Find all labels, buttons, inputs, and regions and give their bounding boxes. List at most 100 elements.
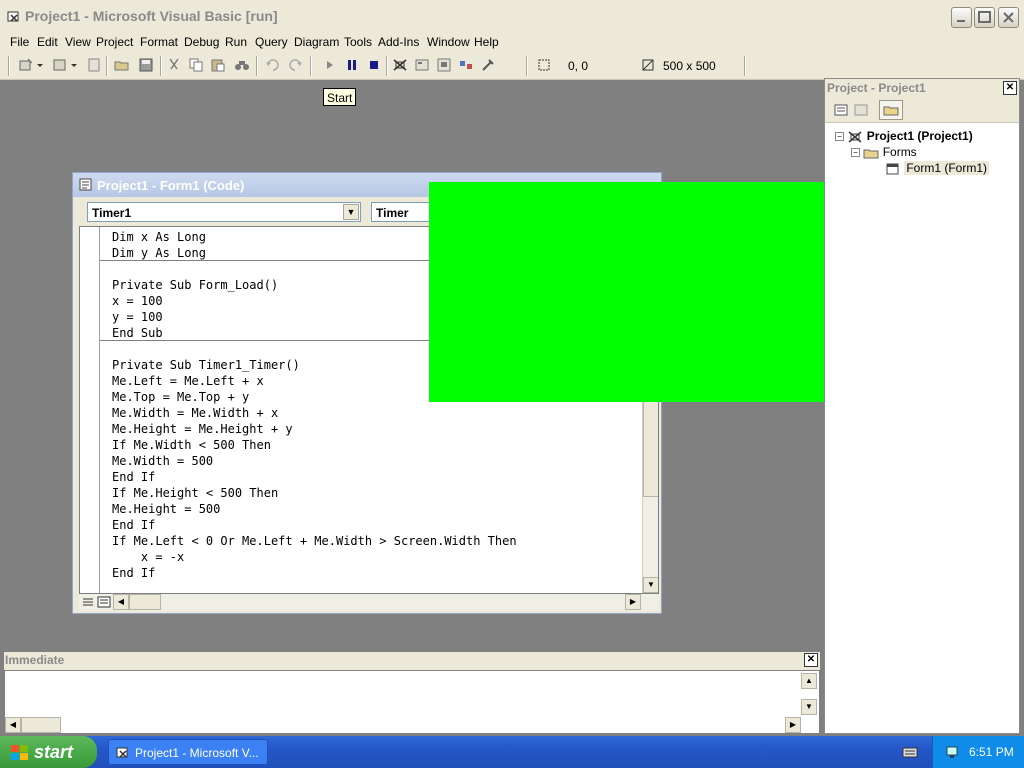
code-line: Private Sub Timer1_Timer()	[112, 358, 300, 372]
standard-toolbar: 0, 0 500 x 500	[0, 52, 1024, 80]
tree-folder-forms[interactable]: − Forms	[851, 145, 917, 160]
scroll-down-button[interactable]: ▼	[643, 577, 658, 593]
open-folder-icon[interactable]	[114, 57, 130, 73]
menu-diagram[interactable]: Diagram	[294, 35, 339, 49]
scroll-up-button[interactable]: ▲	[801, 673, 817, 689]
toolbox-icon[interactable]	[480, 57, 496, 73]
project-explorer-icon[interactable]	[392, 57, 408, 73]
code-line: Me.Height = 500	[112, 502, 221, 516]
find-icon[interactable]	[234, 57, 250, 73]
procedure-view-icon[interactable]	[81, 596, 95, 611]
start-icon[interactable]	[322, 57, 338, 73]
hscroll-thumb[interactable]	[129, 594, 161, 610]
project-panel-toolbar	[825, 97, 1019, 123]
maximize-button[interactable]	[974, 7, 995, 28]
code-line: End If	[112, 566, 156, 580]
toolbar-separator	[526, 56, 528, 76]
toolbar-separator	[106, 56, 108, 76]
keyboard-icon[interactable]	[902, 745, 918, 762]
scroll-left-button[interactable]: ◀	[5, 717, 21, 733]
scroll-right-button[interactable]: ▶	[625, 594, 641, 610]
view-code-icon[interactable]	[833, 102, 849, 121]
scroll-right-button[interactable]: ▶	[785, 717, 801, 733]
code-line: x = 100	[112, 294, 163, 308]
immediate-title: Immediate	[5, 653, 65, 667]
menu-query[interactable]: Query	[255, 35, 288, 49]
object-combo[interactable]: Timer1 ▼	[87, 202, 361, 222]
menu-run[interactable]: Run	[225, 35, 247, 49]
close-button[interactable]	[998, 7, 1019, 28]
taskbar: start Project1 - Microsoft V... 6:51 PM	[0, 736, 1024, 768]
code-line: Dim x As Long	[112, 230, 206, 244]
scroll-left-button[interactable]: ◀	[113, 594, 129, 610]
add-project-icon[interactable]	[18, 57, 34, 73]
position-readout: 0, 0	[568, 59, 589, 73]
immediate-window: Immediate ✕ ▲ ▼ ◀ ▶	[4, 652, 820, 734]
save-icon[interactable]	[138, 57, 154, 73]
menu-add-ins[interactable]: Add-Ins	[378, 35, 419, 49]
code-line: Me.Height = Me.Height + y	[112, 422, 293, 436]
code-line: End Sub	[112, 326, 163, 340]
form-layout-icon[interactable]	[436, 57, 452, 73]
code-line: If Me.Width < 500 Then	[112, 438, 271, 452]
menu-project[interactable]: Project	[96, 35, 133, 49]
cut-icon[interactable]	[166, 57, 182, 73]
project-panel-title: Project - Project1	[827, 81, 926, 95]
minimize-button[interactable]	[951, 7, 972, 28]
paste-icon[interactable]	[210, 57, 226, 73]
end-icon[interactable]	[366, 57, 382, 73]
redo-icon[interactable]	[288, 57, 304, 73]
toolbar-separator	[744, 56, 746, 76]
collapse-icon[interactable]: −	[851, 148, 860, 158]
project-explorer-panel: Project - Project1 ✕ − Project1 (Project…	[824, 78, 1020, 734]
code-line: y = 100	[112, 310, 163, 324]
clock: 6:51 PM	[969, 745, 1014, 759]
toggle-folders-icon[interactable]	[879, 100, 903, 120]
hscroll-thumb[interactable]	[21, 717, 61, 733]
chevron-down-icon[interactable]	[70, 57, 78, 73]
undo-icon[interactable]	[264, 57, 280, 73]
view-object-icon[interactable]	[853, 102, 869, 121]
add-form-icon[interactable]	[52, 57, 68, 73]
tree-item-form1[interactable]: Form1 (Form1)	[885, 161, 990, 176]
start-button[interactable]: start	[0, 736, 97, 768]
code-horizontal-scrollbar[interactable]: ◀ ▶	[79, 594, 659, 611]
collapse-icon[interactable]: −	[835, 132, 844, 142]
size-icon	[640, 57, 656, 73]
menu-tools[interactable]: Tools	[344, 35, 372, 49]
code-line: End If	[112, 518, 156, 532]
window-title: Project1 - Microsoft Visual Basic [run]	[25, 8, 278, 24]
chevron-down-icon[interactable]: ▼	[343, 204, 359, 220]
properties-window-icon[interactable]	[414, 57, 430, 73]
network-icon[interactable]	[945, 744, 961, 763]
close-icon[interactable]: ✕	[804, 653, 818, 667]
title-bar: Project1 - Microsoft Visual Basic [run]	[0, 0, 1024, 32]
code-line: Dim y As Long	[112, 246, 206, 260]
menu-view[interactable]: View	[65, 35, 91, 49]
code-line: Private Sub Form_Load()	[112, 278, 279, 292]
menu-format[interactable]: Format	[140, 35, 178, 49]
menu-window[interactable]: Window	[427, 35, 470, 49]
immediate-text-area[interactable]: ▲ ▼ ◀ ▶	[4, 670, 820, 734]
break-icon[interactable]	[344, 57, 360, 73]
vb-app-icon	[6, 9, 22, 28]
scroll-down-button[interactable]: ▼	[801, 699, 817, 715]
taskbar-item-vb[interactable]: Project1 - Microsoft V...	[108, 739, 268, 765]
code-line: x = -x	[112, 550, 185, 564]
position-icon	[536, 57, 552, 73]
menu-help[interactable]: Help	[474, 35, 499, 49]
chevron-down-icon[interactable]	[36, 57, 44, 73]
system-tray: 6:51 PM	[932, 736, 1024, 768]
full-module-view-icon[interactable]	[97, 596, 111, 611]
copy-icon[interactable]	[188, 57, 204, 73]
close-icon[interactable]: ✕	[1003, 81, 1017, 95]
menu-debug[interactable]: Debug	[184, 35, 219, 49]
menu-bar: File Edit View Project Format Debug Run …	[0, 32, 1024, 52]
tree-root[interactable]: − Project1 (Project1)	[835, 129, 973, 144]
project-panel-header: Project - Project1 ✕	[825, 79, 1019, 97]
object-browser-icon[interactable]	[458, 57, 474, 73]
tree-folder-label: Forms	[882, 145, 917, 159]
menu-edit[interactable]: Edit	[37, 35, 58, 49]
menu-file[interactable]: File	[10, 35, 29, 49]
menu-editor-icon[interactable]	[86, 57, 102, 73]
